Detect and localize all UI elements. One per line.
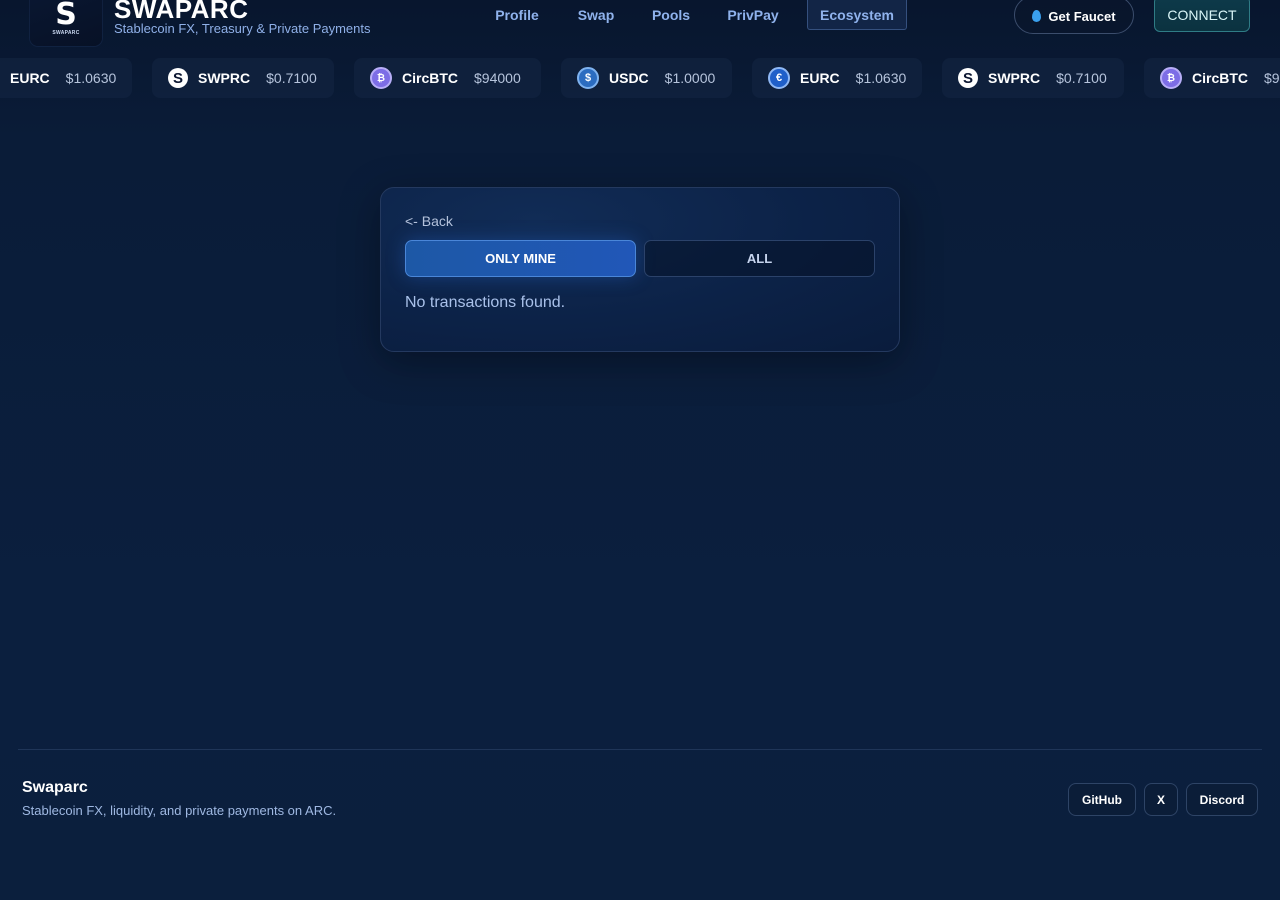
tab-all[interactable]: ALL <box>644 240 875 277</box>
brand-logo[interactable]: S SWAPARC <box>30 0 102 46</box>
github-link[interactable]: GitHub <box>1068 783 1136 816</box>
ticker-price: $94000 <box>1264 70 1280 86</box>
ticker-price: $94000 <box>474 70 521 86</box>
top-header: S SWAPARC SWAPARC Stablecoin FX, Treasur… <box>0 0 1280 56</box>
ticker-symbol: CircBTC <box>402 70 459 86</box>
price-ticker: EURC $1.0630 S SWPRC $0.7100 ₿ CircBTC $… <box>0 58 1280 98</box>
discord-link[interactable]: Discord <box>1186 783 1258 816</box>
tab-only-mine[interactable]: ONLY MINE <box>405 240 636 277</box>
faucet-label: Get Faucet <box>1048 8 1116 24</box>
ticker-chip: EURC $1.0630 <box>0 58 132 98</box>
ticker-symbol: SWPRC <box>988 70 1041 86</box>
empty-state-message: No transactions found. <box>405 294 566 311</box>
eurc-icon: € <box>768 67 790 89</box>
footer-divider <box>18 749 1262 750</box>
nav-privpay[interactable]: PrivPay <box>720 0 786 30</box>
ticker-price: $1.0000 <box>664 70 716 86</box>
ticker-chip: $ USDC $1.0000 <box>561 58 732 98</box>
footer-title: Swaparc <box>22 779 88 796</box>
ticker-symbol: CircBTC <box>1192 70 1249 86</box>
ticker-chip: S SWPRC $0.7100 <box>152 58 334 98</box>
back-link[interactable]: <- Back <box>405 213 453 229</box>
swprc-icon: S <box>168 68 188 88</box>
ticker-symbol: USDC <box>609 70 649 86</box>
btc-icon: ₿ <box>370 67 392 89</box>
ticker-symbol: EURC <box>10 70 50 86</box>
ticker-symbol: EURC <box>800 70 840 86</box>
ticker-chip: S SWPRC $0.7100 <box>942 58 1124 98</box>
x-link[interactable]: X <box>1144 783 1178 816</box>
footer-subtitle: Stablecoin FX, liquidity, and private pa… <box>22 803 337 818</box>
swprc-icon: S <box>958 68 978 88</box>
ticker-price: $0.7100 <box>266 70 317 86</box>
ticker-price: $1.0630 <box>855 70 907 86</box>
btc-icon: ₿ <box>1160 67 1182 89</box>
ticker-chip: ₿ CircBTC $94000 <box>1144 58 1280 98</box>
connect-button[interactable]: CONNECT <box>1154 0 1250 32</box>
nav-swap[interactable]: Swap <box>570 0 622 30</box>
ticker-price: $0.7100 <box>1056 70 1107 86</box>
ticker-chip: € EURC $1.0630 <box>752 58 922 98</box>
nav-profile[interactable]: Profile <box>488 0 546 30</box>
ticker-symbol: SWPRC <box>198 70 251 86</box>
nav-ecosystem[interactable]: Ecosystem <box>807 0 907 30</box>
usdc-icon: $ <box>577 67 599 89</box>
ticker-chip: ₿ CircBTC $94000 <box>354 58 541 98</box>
brand-subtitle: Stablecoin FX, Treasury & Private Paymen… <box>114 21 371 36</box>
droplet-icon <box>1032 10 1042 22</box>
nav-pools[interactable]: Pools <box>644 0 698 30</box>
transactions-card: <- Back ONLY MINE ALL No transactions fo… <box>380 187 900 352</box>
logo-word: SWAPARC <box>52 30 80 36</box>
ticker-price: $1.0630 <box>65 70 117 86</box>
get-faucet-button[interactable]: Get Faucet <box>1014 0 1134 34</box>
logo-mark: S <box>55 0 77 32</box>
